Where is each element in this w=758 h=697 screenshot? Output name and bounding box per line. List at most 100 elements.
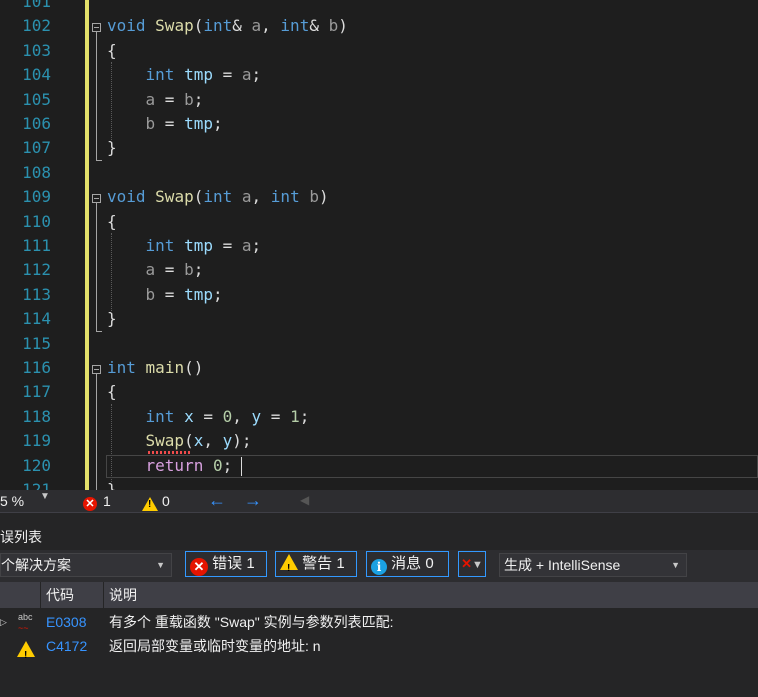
filter-errors-label: 错误 1: [212, 555, 255, 572]
table-row[interactable]: ! C4172 返回局部变量或临时变量的地址: n: [0, 634, 758, 661]
warning-count: 0: [162, 493, 170, 509]
code-line[interactable]: 115: [0, 332, 758, 356]
code-text[interactable]: int tmp = a;: [107, 63, 262, 87]
collapse-icon[interactable]: [92, 365, 101, 374]
code-line[interactable]: 105 a = b;: [0, 88, 758, 112]
code-text[interactable]: {: [107, 210, 117, 234]
fold-guide-end: [96, 160, 102, 161]
line-number: 116: [22, 358, 51, 377]
collapse-icon[interactable]: [92, 23, 101, 32]
build-source-value: 生成 + IntelliSense: [504, 557, 621, 573]
line-number: 121: [22, 480, 51, 490]
code-line[interactable]: 121}: [0, 478, 758, 490]
table-row[interactable]: ▷ abc ~~ E0308 有多个 重载函数 "Swap" 实例与参数列表匹配…: [0, 610, 758, 634]
scope-value: 个解决方案: [1, 557, 71, 573]
change-indicator-bar: [85, 0, 89, 490]
current-line-highlight: [106, 455, 758, 478]
line-number: 105: [22, 89, 51, 109]
code-editor[interactable]: 101 102 void Swap(int& a, int& b) 103 {104 i…: [0, 0, 758, 490]
column-header-code[interactable]: 代码: [41, 582, 103, 608]
line-number: 104: [22, 65, 51, 85]
code-line[interactable]: 118 int x = 0, y = 1;: [0, 405, 758, 429]
expand-icon[interactable]: ▷: [0, 610, 7, 634]
code-line[interactable]: 101: [0, 0, 758, 14]
nav-back-icon[interactable]: ←: [208, 490, 226, 511]
code-text[interactable]: void Swap(int& a, int& b): [107, 14, 348, 38]
code-text[interactable]: void Swap(int a, int b): [107, 185, 329, 209]
filter-errors-button[interactable]: ✕ 错误 1: [185, 551, 267, 577]
code-line[interactable]: 106 b = tmp;: [0, 112, 758, 136]
line-number: 102: [22, 16, 51, 36]
code-line[interactable]: 110 {: [0, 210, 758, 234]
error-count: 1: [103, 493, 111, 509]
code-line[interactable]: 111 int tmp = a;: [0, 234, 758, 258]
code-line[interactable]: 102 void Swap(int& a, int& b): [0, 14, 758, 38]
warning-code[interactable]: C4172: [46, 634, 87, 658]
fold-guide: [96, 374, 97, 490]
filter-messages-label: 消息 0: [391, 555, 434, 572]
error-icon: ✕: [190, 558, 208, 576]
code-text[interactable]: int main(): [107, 356, 203, 380]
line-number: 117: [22, 382, 51, 402]
text-caret: [241, 457, 242, 476]
panel-title: 误列表: [0, 529, 42, 545]
line-number: 101: [22, 0, 51, 11]
code-line[interactable]: 108: [0, 161, 758, 185]
build-source-dropdown[interactable]: 生成 + IntelliSense ▼: [499, 553, 687, 577]
line-number: 114: [22, 309, 51, 329]
line-number: 108: [22, 162, 51, 182]
nav-forward-icon[interactable]: →: [244, 490, 262, 511]
indent-guide: [111, 62, 112, 142]
code-text[interactable]: a = b;: [107, 258, 204, 282]
filter-warnings-button[interactable]: ! 警告 1: [275, 551, 357, 577]
collapse-icon[interactable]: [92, 194, 101, 203]
code-line[interactable]: 116 int main(): [0, 356, 758, 380]
line-number: 120: [22, 455, 51, 475]
fold-guide: [96, 32, 97, 161]
filter-clear-icon: ✕: [461, 556, 472, 571]
code-line[interactable]: 112 a = b;: [0, 258, 758, 282]
error-code[interactable]: E0308: [46, 610, 86, 634]
scope-dropdown[interactable]: 个解决方案 ▼: [0, 553, 172, 577]
code-line[interactable]: 119 Swap(x, y);: [0, 429, 758, 453]
zoom-level[interactable]: 5 %: [0, 493, 24, 509]
code-text[interactable]: Swap(x, y);: [107, 429, 252, 453]
code-line[interactable]: 117 {: [0, 380, 758, 404]
line-number: 115: [22, 333, 51, 353]
scroll-left-icon[interactable]: ◀: [300, 493, 309, 507]
error-description: 有多个 重载函数 "Swap" 实例与参数列表匹配:: [109, 614, 394, 630]
clear-filter-button[interactable]: ✕▼: [458, 551, 486, 577]
filter-icon: ▼: [472, 559, 483, 571]
code-text[interactable]: {: [107, 39, 117, 63]
line-number: 109: [22, 187, 51, 207]
line-number: 110: [22, 211, 51, 231]
code-line[interactable]: 109 void Swap(int a, int b): [0, 185, 758, 209]
filter-messages-button[interactable]: i 消息 0: [366, 551, 449, 577]
code-text[interactable]: a = b;: [107, 88, 204, 112]
code-line[interactable]: 114}: [0, 307, 758, 331]
code-text[interactable]: {: [107, 380, 117, 404]
warning-icon: !: [17, 638, 35, 662]
line-number: 103: [22, 40, 51, 60]
code-line[interactable]: 104 int tmp = a;: [0, 63, 758, 87]
code-line[interactable]: 107}: [0, 136, 758, 160]
code-line[interactable]: 103 {: [0, 39, 758, 63]
code-text[interactable]: int tmp = a;: [107, 234, 262, 258]
code-text[interactable]: b = tmp;: [107, 112, 223, 136]
line-number: 112: [22, 260, 51, 280]
line-number: 111: [22, 236, 51, 255]
line-number: 106: [22, 114, 51, 133]
info-icon: i: [371, 559, 387, 575]
zoom-dropdown-icon[interactable]: ▼: [40, 491, 50, 502]
code-text[interactable]: int x = 0, y = 1;: [107, 405, 310, 429]
code-text[interactable]: b = tmp;: [107, 283, 223, 307]
column-header-description[interactable]: 说明: [104, 582, 758, 608]
code-line[interactable]: 113 b = tmp;: [0, 283, 758, 307]
chevron-down-icon: ▼: [671, 560, 680, 570]
line-number: 113: [22, 284, 51, 304]
filter-warnings-label: 警告 1: [302, 555, 345, 572]
error-squiggle: [148, 451, 190, 454]
fold-guide: [96, 203, 97, 332]
indent-guide: [111, 233, 112, 313]
line-number: 119: [22, 431, 51, 451]
